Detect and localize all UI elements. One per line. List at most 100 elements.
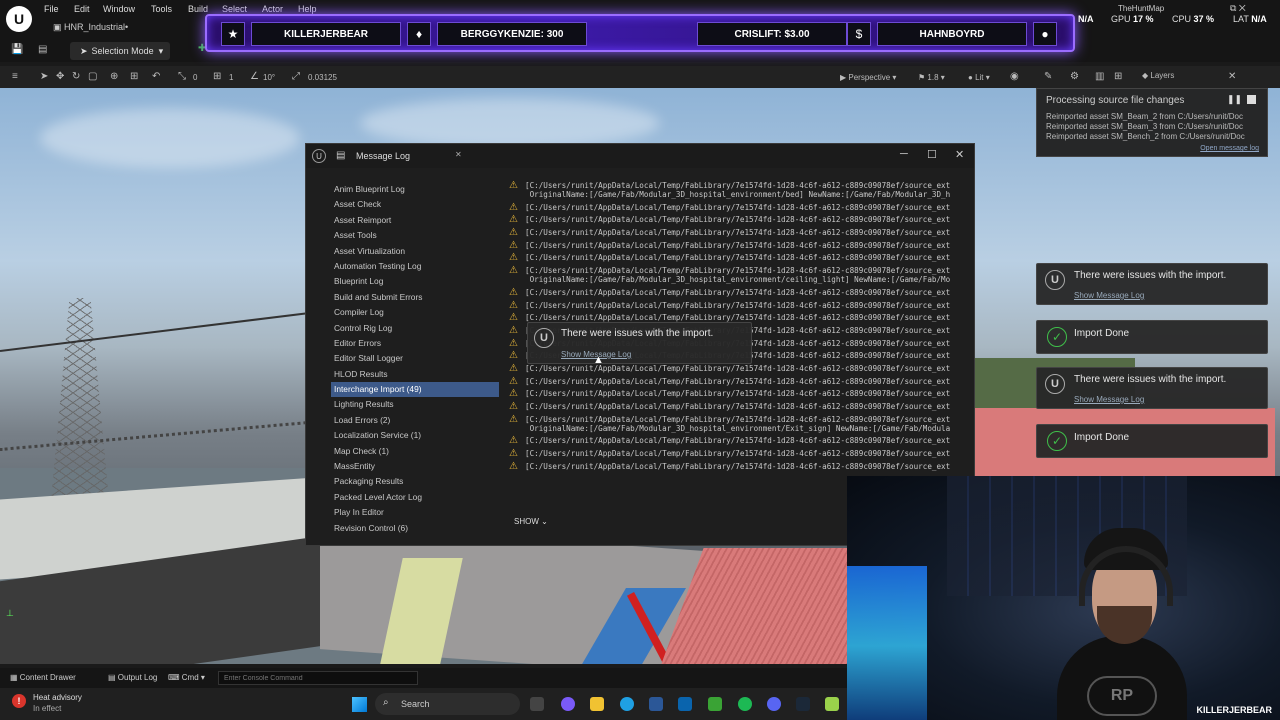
eye-icon[interactable]: ◉	[1010, 71, 1019, 82]
stop-icon[interactable]	[1247, 95, 1256, 104]
show-message-log-link[interactable]: Show Message Log	[1074, 291, 1144, 300]
log-category-item[interactable]: Asset Check	[331, 197, 499, 212]
log-category-item[interactable]: Build and Submit Errors	[331, 290, 499, 305]
select-icon[interactable]: ➤	[40, 71, 48, 82]
grid-snap-icon[interactable]: ⤡	[178, 71, 186, 82]
close-icon[interactable]: ✕	[1228, 71, 1236, 82]
app-icon[interactable]	[825, 697, 839, 711]
log-category-item[interactable]: Packed Level Actor Log	[331, 490, 499, 505]
log-line[interactable]: ⚠ [C:/Users/runit/AppData/Local/Temp/FabL…	[509, 240, 964, 250]
rotate-icon[interactable]: ↻	[72, 71, 80, 82]
log-category-item[interactable]: Lighting Results	[331, 397, 499, 412]
sprite-icon[interactable]: ✎	[1044, 71, 1052, 82]
cmd-dropdown[interactable]: ⌨ Cmd ▾	[168, 673, 205, 682]
move-icon[interactable]: ✥	[56, 71, 64, 82]
rot-snap-icon[interactable]: ⊞	[213, 71, 221, 82]
console-command-input[interactable]	[218, 671, 418, 685]
log-category-item[interactable]: Editor Errors	[331, 336, 499, 351]
log-category-item[interactable]: MassEntity	[331, 459, 499, 474]
menu-actor[interactable]: Actor	[262, 4, 283, 14]
scale-icon[interactable]: ▢	[88, 71, 97, 82]
menu-window[interactable]: Window	[103, 4, 135, 14]
xbox-icon[interactable]	[708, 697, 722, 711]
log-category-item[interactable]: Compiler Log	[331, 305, 499, 320]
window-controls[interactable]: ⧉ ✕	[1230, 3, 1246, 14]
scale-step-value[interactable]: 0.03125	[308, 73, 337, 82]
snap-icon[interactable]: ↶	[152, 71, 160, 82]
menu-select[interactable]: Select	[222, 4, 247, 14]
menu-edit[interactable]: Edit	[74, 4, 90, 14]
selection-mode-dropdown[interactable]: ➤ Selection Mode ▾	[70, 42, 170, 60]
content-drawer-button[interactable]: ▦ Content Drawer	[10, 673, 76, 682]
menu-tools[interactable]: Tools	[151, 4, 172, 14]
layers-tab[interactable]: ◆ Layers	[1142, 71, 1174, 80]
open-message-log-link[interactable]: Open message log	[1200, 145, 1259, 152]
log-category-item[interactable]: Localization Service (1)	[331, 428, 499, 443]
perspective-dropdown[interactable]: ▶ Perspective ▾	[840, 73, 896, 82]
grid-layout-icon[interactable]: ⊞	[1114, 71, 1122, 82]
log-category-item[interactable]: Editor Stall Logger	[331, 351, 499, 366]
layout-icon[interactable]: ▥	[1095, 71, 1104, 82]
log-line[interactable]: ⚠ [C:/Users/runit/AppData/Local/Temp/FabL…	[509, 363, 964, 373]
weather-title[interactable]: Heat advisory	[33, 693, 82, 702]
save-icon[interactable]: 💾	[11, 44, 23, 55]
project-tab[interactable]: ▣ HNR_Industrial•	[53, 22, 128, 33]
discord-icon[interactable]	[767, 697, 781, 711]
log-category-item[interactable]: Automation Testing Log	[331, 259, 499, 274]
content-icon[interactable]: ▤	[38, 44, 47, 55]
log-category-item[interactable]: Play In Editor	[331, 505, 499, 520]
log-category-item[interactable]: Map Check (1)	[331, 444, 499, 459]
windows-start-icon[interactable]	[352, 697, 367, 712]
log-category-item[interactable]: Control Rig Log	[331, 321, 499, 336]
log-category-item[interactable]: Asset Tools	[331, 228, 499, 243]
log-category-item[interactable]: Asset Virtualization	[331, 244, 499, 259]
log-category-item[interactable]: Packaging Results	[331, 474, 499, 489]
minimize-icon[interactable]: ─	[900, 148, 908, 160]
lit-dropdown[interactable]: ● Lit ▾	[968, 73, 990, 82]
log-line[interactable]: ⚠ [C:/Users/runit/AppData/Local/Temp/FabL…	[509, 402, 964, 412]
log-category-item[interactable]: Anim Blueprint Log	[331, 182, 499, 197]
close-icon[interactable]: ✕	[955, 148, 964, 161]
show-message-log-link[interactable]: Show Message Log	[1074, 395, 1144, 404]
unreal-logo-icon[interactable]: U	[6, 6, 32, 32]
grid-snap-value[interactable]: 0	[193, 73, 197, 82]
log-line[interactable]: ⚠ [C:/Users/runit/AppData/Local/Temp/FabL…	[509, 287, 964, 297]
log-category-item[interactable]: HLOD Results	[331, 367, 499, 382]
copilot-icon[interactable]	[561, 697, 575, 711]
log-category-item[interactable]: Asset Reimport	[331, 213, 499, 228]
store-icon[interactable]	[649, 697, 663, 711]
log-category-item[interactable]: Revision Control (6)	[331, 521, 499, 536]
steam-icon[interactable]	[796, 697, 810, 711]
log-line[interactable]: ⚠ [C:/Users/runit/AppData/Local/Temp/FabL…	[509, 202, 964, 212]
log-line[interactable]: ⚠ [C:/Users/runit/AppData/Local/Temp/FabL…	[509, 300, 964, 310]
log-line[interactable]: ⚠ [C:/Users/runit/AppData/Local/Temp/FabL…	[509, 436, 964, 446]
output-log-button[interactable]: ▤ Output Log	[108, 673, 157, 682]
edge-icon[interactable]	[620, 697, 634, 711]
hamburger-icon[interactable]: ≡	[12, 71, 18, 82]
menu-help[interactable]: Help	[298, 4, 317, 14]
show-filter-button[interactable]: SHOW ⌄	[514, 517, 548, 526]
log-line[interactable]: ⚠ [C:/Users/runit/AppData/Local/Temp/FabL…	[509, 181, 964, 199]
log-line[interactable]: ⚠ [C:/Users/runit/AppData/Local/Temp/FabL…	[509, 215, 964, 225]
file-explorer-icon[interactable]	[590, 697, 604, 711]
log-line[interactable]: ⚠ [C:/Users/runit/AppData/Local/Temp/FabL…	[509, 449, 964, 459]
task-view-icon[interactable]	[530, 697, 544, 711]
maximize-icon[interactable]: ☐	[927, 148, 937, 161]
menu-build[interactable]: Build	[188, 4, 208, 14]
surface-snap-icon[interactable]: ⊞	[130, 71, 138, 82]
log-line[interactable]: ⚠ [C:/Users/runit/AppData/Local/Temp/FabL…	[509, 414, 964, 433]
log-line[interactable]: ⚠ [C:/Users/runit/AppData/Local/Temp/FabL…	[509, 228, 964, 238]
spotify-icon[interactable]	[738, 697, 752, 711]
angle-icon[interactable]: ∠	[250, 71, 259, 82]
log-category-item[interactable]: Blueprint Log	[331, 274, 499, 289]
menu-file[interactable]: File	[44, 4, 59, 14]
log-category-item[interactable]: Interchange Import (49)	[331, 382, 499, 398]
log-line[interactable]: ⚠ [C:/Users/runit/AppData/Local/Temp/FabL…	[509, 389, 964, 399]
scale-snap-icon[interactable]: ⤢	[292, 71, 300, 82]
tab-close-icon[interactable]: ✕	[455, 150, 462, 159]
log-category-item[interactable]: Load Errors (2)	[331, 413, 499, 428]
window-titlebar[interactable]: U ▤ Message Log ✕ ─ ☐ ✕	[306, 144, 974, 168]
taskbar-search[interactable]: ⌕ Search	[375, 693, 520, 715]
world-icon[interactable]: ⊕	[110, 71, 118, 82]
cam-speed-dropdown[interactable]: ⚑ 1.8 ▾	[918, 73, 945, 82]
